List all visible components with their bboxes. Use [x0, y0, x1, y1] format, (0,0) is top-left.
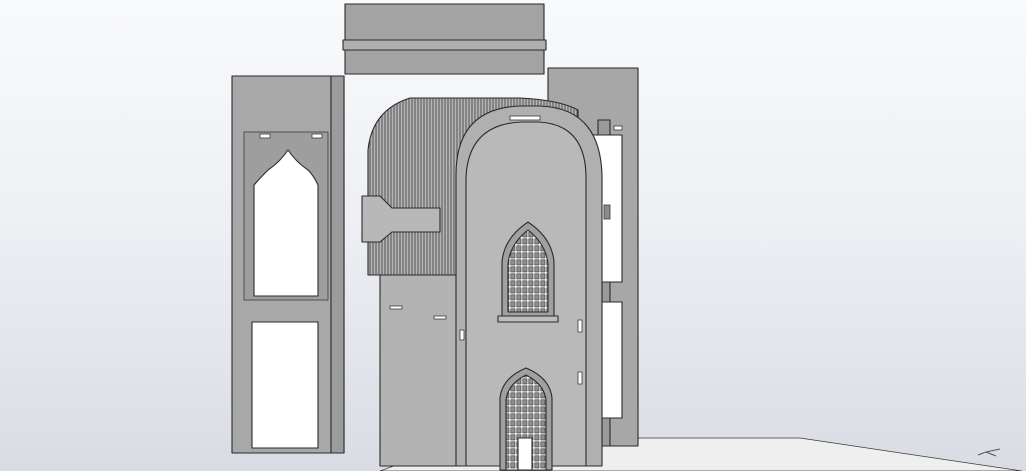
door-opening: [517, 437, 533, 471]
tower-side-wall: [379, 269, 463, 467]
model-canvas[interactable]: [0, 0, 1026, 471]
left-lower-window: [251, 321, 319, 449]
front-tab-right-2: [577, 371, 583, 385]
right-clip: [603, 204, 611, 220]
left-slot-2: [311, 133, 323, 139]
tower-slot-b: [433, 315, 447, 320]
cad-viewport[interactable]: [0, 0, 1026, 471]
back-top-panel-lip: [342, 39, 547, 51]
upper-window-sill: [497, 315, 559, 323]
front-tab-left: [459, 329, 465, 341]
front-tab-right-1: [577, 319, 583, 333]
left-slot-1: [259, 133, 271, 139]
arch-top-slot: [509, 115, 541, 121]
tower-slot-a: [389, 305, 403, 310]
right-tab-slot: [613, 125, 623, 131]
back-top-panel: [344, 3, 545, 75]
left-wall-edge: [330, 75, 345, 454]
